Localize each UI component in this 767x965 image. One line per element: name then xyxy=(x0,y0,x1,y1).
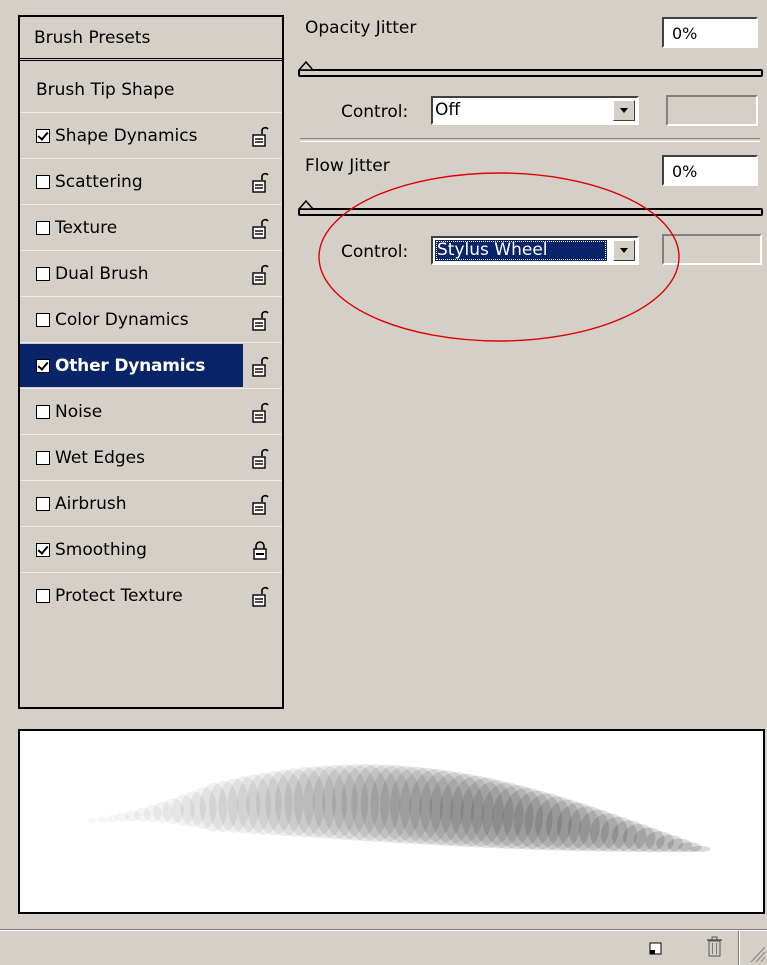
unlock-icon[interactable] xyxy=(251,448,269,470)
checkbox-other-dynamics[interactable] xyxy=(36,358,50,373)
checkbox-texture[interactable] xyxy=(36,220,50,235)
opacity-control-value: Off xyxy=(435,100,461,120)
unlock-icon[interactable] xyxy=(251,264,269,286)
unlock-icon[interactable] xyxy=(251,402,269,424)
list-item-label: Color Dynamics xyxy=(55,309,189,330)
list-item-label: Shape Dynamics xyxy=(55,125,198,146)
list-item-other-dynamics[interactable]: Other Dynamics xyxy=(20,343,282,389)
opacity-control-extra-field xyxy=(666,95,758,126)
list-item-protect-texture[interactable]: Protect Texture xyxy=(20,573,282,619)
opacity-control-select[interactable]: Off xyxy=(431,96,639,125)
brush-tip-shape-item[interactable]: Brush Tip Shape xyxy=(20,67,282,113)
list-item-noise[interactable]: Noise xyxy=(20,389,282,435)
checkbox-shape-dynamics[interactable] xyxy=(36,128,50,143)
list-item-airbrush[interactable]: Airbrush xyxy=(20,481,282,527)
trash-icon[interactable] xyxy=(705,935,725,959)
list-item-dual-brush[interactable]: Dual Brush xyxy=(20,251,282,297)
list-item-label: Texture xyxy=(55,217,118,238)
list-item-label: Noise xyxy=(55,401,103,422)
resize-grip-icon[interactable] xyxy=(748,943,766,963)
brush-dab xyxy=(97,817,107,823)
stroke-preview-canvas xyxy=(88,764,711,853)
list-item-label: Dual Brush xyxy=(55,263,149,284)
brush-dab xyxy=(88,818,96,824)
checkbox-protect-texture[interactable] xyxy=(36,589,50,603)
brush-dab xyxy=(689,846,711,852)
brush-presets-button[interactable]: Brush Presets xyxy=(20,17,282,61)
chevron-down-icon[interactable] xyxy=(613,100,635,121)
list-item-color-dynamics[interactable]: Color Dynamics xyxy=(20,297,282,343)
checkbox-wet-edges[interactable] xyxy=(36,450,50,465)
checkbox-airbrush[interactable] xyxy=(36,496,50,511)
list-item-scattering[interactable]: Scattering xyxy=(20,159,282,205)
list-item-shape-dynamics[interactable]: Shape Dynamics xyxy=(20,113,282,159)
annotation-ellipse xyxy=(318,172,680,342)
checkbox-smoothing[interactable] xyxy=(36,542,50,557)
opacity-jitter-input[interactable]: 0% xyxy=(662,17,758,48)
flow-jitter-slider-thumb[interactable] xyxy=(298,200,314,210)
unlock-icon[interactable] xyxy=(251,586,269,608)
list-item-smoothing[interactable]: Smoothing xyxy=(20,527,282,573)
lock-icon[interactable] xyxy=(251,540,269,562)
unlock-icon[interactable] xyxy=(251,172,269,194)
list-item-label: Smoothing xyxy=(55,539,147,560)
opacity-jitter-slider-thumb[interactable] xyxy=(298,61,314,71)
opacity-jitter-slider-track[interactable] xyxy=(298,69,763,77)
new-brush-icon[interactable] xyxy=(647,939,665,957)
list-item-label: Other Dynamics xyxy=(55,355,206,376)
checkbox-noise[interactable] xyxy=(36,404,50,419)
list-item-label: Protect Texture xyxy=(55,586,183,606)
brush-stroke xyxy=(88,764,711,853)
brush-stroke-preview xyxy=(18,729,765,914)
panel-footer xyxy=(0,929,767,965)
section-divider xyxy=(300,138,760,142)
list-item-texture[interactable]: Texture xyxy=(20,205,282,251)
checkbox-scattering[interactable] xyxy=(36,174,50,189)
list-item-label: Wet Edges xyxy=(55,447,145,468)
unlock-icon[interactable] xyxy=(251,126,269,148)
brush-presets-label: Brush Presets xyxy=(34,28,151,48)
list-item-wet-edges[interactable]: Wet Edges xyxy=(20,435,282,481)
list-item-label: Airbrush xyxy=(55,493,127,514)
unlock-icon[interactable] xyxy=(251,310,269,332)
unlock-icon[interactable] xyxy=(251,494,269,516)
checkbox-color-dynamics[interactable] xyxy=(36,312,50,327)
opacity-jitter-label: Opacity Jitter xyxy=(305,18,417,38)
unlock-icon[interactable] xyxy=(251,218,269,240)
brush-tip-shape-label: Brush Tip Shape xyxy=(36,79,175,100)
opacity-control-label: Control: xyxy=(341,102,409,122)
unlock-icon[interactable] xyxy=(251,356,269,378)
list-item-label: Scattering xyxy=(55,171,143,192)
checkbox-dual-brush[interactable] xyxy=(36,266,50,281)
